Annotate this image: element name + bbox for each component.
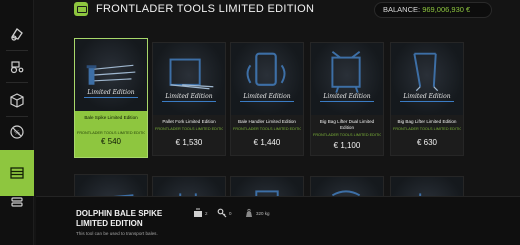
limited-edition-logo: Limited Edition	[161, 93, 217, 102]
vehicle-tools-icon	[11, 28, 23, 41]
balance-label: BALANCE:	[383, 5, 421, 14]
svg-text:%: %	[14, 130, 20, 137]
item-price: € 630	[416, 138, 438, 147]
item-image: Limited Edition	[391, 43, 463, 115]
limited-edition-logo: Limited Edition	[319, 93, 375, 102]
item-card-pallet-fork[interactable]: Limited Edition Pallet Fork Limited Edit…	[152, 42, 226, 156]
spec-tip: 0	[217, 208, 232, 218]
spec-weight-value: 320 kg	[256, 210, 270, 216]
item-price: € 1,100	[333, 141, 361, 150]
category-sidebar: %	[0, 0, 34, 245]
limited-edition-logo: Limited Edition	[399, 93, 455, 102]
item-price: € 1,530	[175, 138, 203, 147]
item-image: Limited Edition	[311, 43, 383, 115]
balance-value: 969,006,930 €	[422, 5, 471, 14]
item-price: € 540	[100, 137, 122, 146]
spec-tip-value: 0	[229, 210, 232, 216]
item-price: € 1,440	[253, 138, 281, 147]
storage-list-icon	[10, 167, 24, 179]
sidebar-item-tractors[interactable]	[3, 54, 31, 78]
layers-icon	[11, 197, 23, 207]
item-brand: FRONTLADER TOOLS LIMITED EDITIO...	[393, 127, 461, 131]
item-card-big-bag-lifter[interactable]: Limited Edition Big Bag Lifter Limited E…	[390, 42, 464, 156]
item-card-big-bag-lifter-dual[interactable]: Limited Edition Big Bag Lifter Dual Limi…	[310, 42, 384, 156]
sidebar-item-tools[interactable]	[3, 22, 31, 46]
sidebar-item-layers[interactable]	[3, 190, 31, 214]
item-brand: FRONTLADER TOOLS LIMITED EDITION	[155, 127, 223, 131]
item-name: Bale Spike Limited Edition	[84, 115, 138, 120]
details-description: This tool can be used to transport bales…	[76, 231, 158, 236]
item-card-bale-handler[interactable]: Limited Edition Bale Handler Limited Edi…	[230, 42, 304, 156]
sidebar-item-sales[interactable]: %	[3, 120, 31, 144]
item-image: Limited Edition	[231, 43, 303, 115]
item-image: Limited Edition	[75, 39, 147, 111]
balance-display: BALANCE: 969,006,930 €	[374, 2, 492, 18]
pallet-fork-image	[169, 58, 214, 90]
frontloader-tools-icon	[74, 2, 88, 16]
item-name: Bale Handler Limited Edition	[238, 119, 296, 124]
sidebar-divider	[6, 50, 28, 51]
item-details-panel: DOLPHIN BALE SPIKE LIMITED EDITION This …	[36, 196, 520, 245]
no-cost-icon: %	[10, 125, 24, 139]
limited-edition-logo: Limited Edition	[83, 89, 139, 98]
key-icon	[217, 208, 227, 218]
item-name: Pallet Fork Limited Edition	[162, 119, 216, 124]
item-brand: FRONTLADER TOOLS LIMITED EDITION	[77, 131, 145, 135]
item-name: Big Bag Lifter Limited Edition	[397, 119, 457, 124]
bale-handler-image	[246, 52, 286, 86]
tractor-icon	[10, 61, 24, 74]
item-card-bale-spike[interactable]: Limited Edition Bale Spike Limited Editi…	[74, 38, 148, 158]
item-name: Big Bag Lifter Dual Limited Edition	[319, 119, 375, 130]
details-title: DOLPHIN BALE SPIKE LIMITED EDITION	[76, 209, 163, 228]
spec-capacity: 2	[193, 208, 208, 218]
big-bag-lifter-image	[413, 52, 439, 92]
sidebar-item-objects[interactable]	[3, 88, 31, 112]
bale-spike-image	[86, 64, 136, 85]
sidebar-divider	[6, 116, 28, 117]
spec-weight: 320 kg	[244, 208, 270, 218]
sidebar-divider	[6, 82, 28, 83]
cargo-box-icon	[10, 93, 24, 108]
bale-capacity-icon	[194, 208, 202, 217]
big-bag-lifter-dual-image	[331, 50, 361, 93]
page-title: FRONTLADER TOOLS LIMITED EDITION	[96, 3, 315, 15]
item-brand: FRONTLADER TOOLS LIMITED EDITIO...	[313, 133, 381, 137]
shop-header: FRONTLADER TOOLS LIMITED EDITION BALANCE…	[36, 0, 520, 24]
spec-capacity-value: 2	[205, 210, 208, 216]
item-brand: FRONTLADER TOOLS LIMITED EDITIO...	[233, 127, 301, 131]
item-image: Limited Edition	[153, 43, 225, 115]
limited-edition-logo: Limited Edition	[239, 93, 295, 102]
weight-icon	[246, 208, 252, 217]
